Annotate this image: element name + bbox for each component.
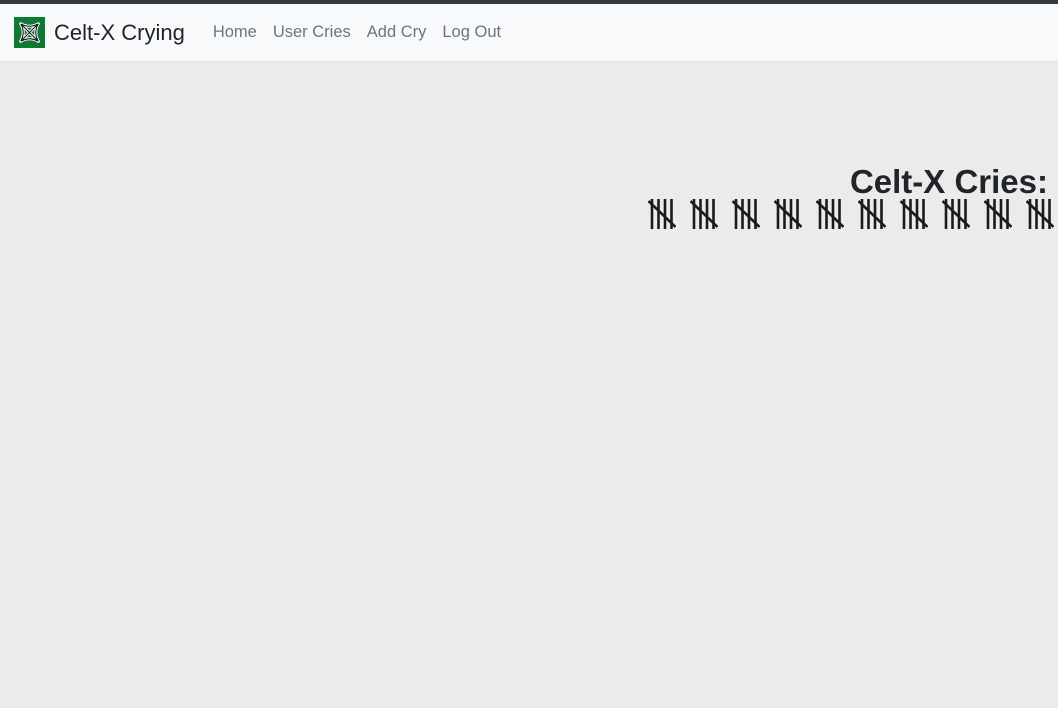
nav-item-user-cries: User Cries — [265, 18, 359, 47]
tally-mark-five-icon — [984, 197, 1012, 231]
tally-mark-five-icon — [942, 197, 970, 231]
tally-mark-five-icon — [732, 197, 760, 231]
navbar-links: Home User Cries Add Cry Log Out — [205, 18, 509, 47]
nav-item-add-cry: Add Cry — [359, 18, 435, 47]
tally-mark-five-icon — [648, 197, 676, 231]
cries-heading: Celt-X Cries: — [849, 163, 1048, 201]
tally-mark-five-icon — [858, 197, 886, 231]
brand-link[interactable]: Celt-X Crying — [14, 17, 185, 48]
nav-link-home[interactable]: Home — [205, 18, 265, 47]
tally-mark-five-icon — [1026, 197, 1054, 231]
tally-mark-five-icon — [816, 197, 844, 231]
main-content: Celt-X Cries: — [0, 62, 1058, 708]
celt-x-knot-logo-icon — [14, 17, 45, 48]
nav-item-log-out: Log Out — [434, 18, 509, 47]
tally-mark-five-icon — [900, 197, 928, 231]
brand-title: Celt-X Crying — [54, 19, 185, 45]
tally-mark-five-icon — [690, 197, 718, 231]
cries-tally-row — [648, 197, 1058, 231]
nav-link-user-cries[interactable]: User Cries — [265, 18, 359, 47]
tally-mark-five-icon — [774, 197, 802, 231]
nav-link-add-cry[interactable]: Add Cry — [359, 18, 435, 47]
nav-link-log-out[interactable]: Log Out — [434, 18, 509, 47]
nav-item-home: Home — [205, 18, 265, 47]
main-navbar: Celt-X Crying Home User Cries Add Cry Lo… — [0, 4, 1058, 62]
